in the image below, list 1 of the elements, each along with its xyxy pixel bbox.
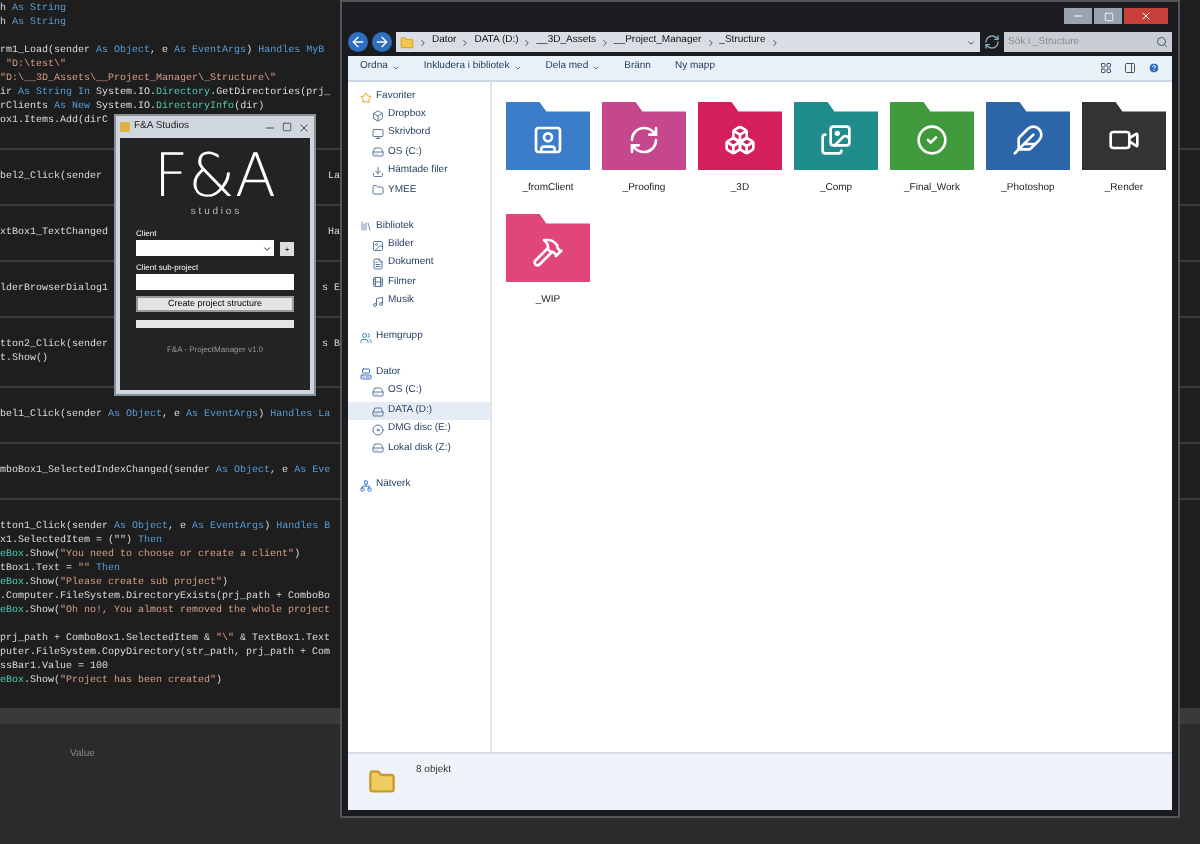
logo: F&A — [153, 150, 277, 206]
